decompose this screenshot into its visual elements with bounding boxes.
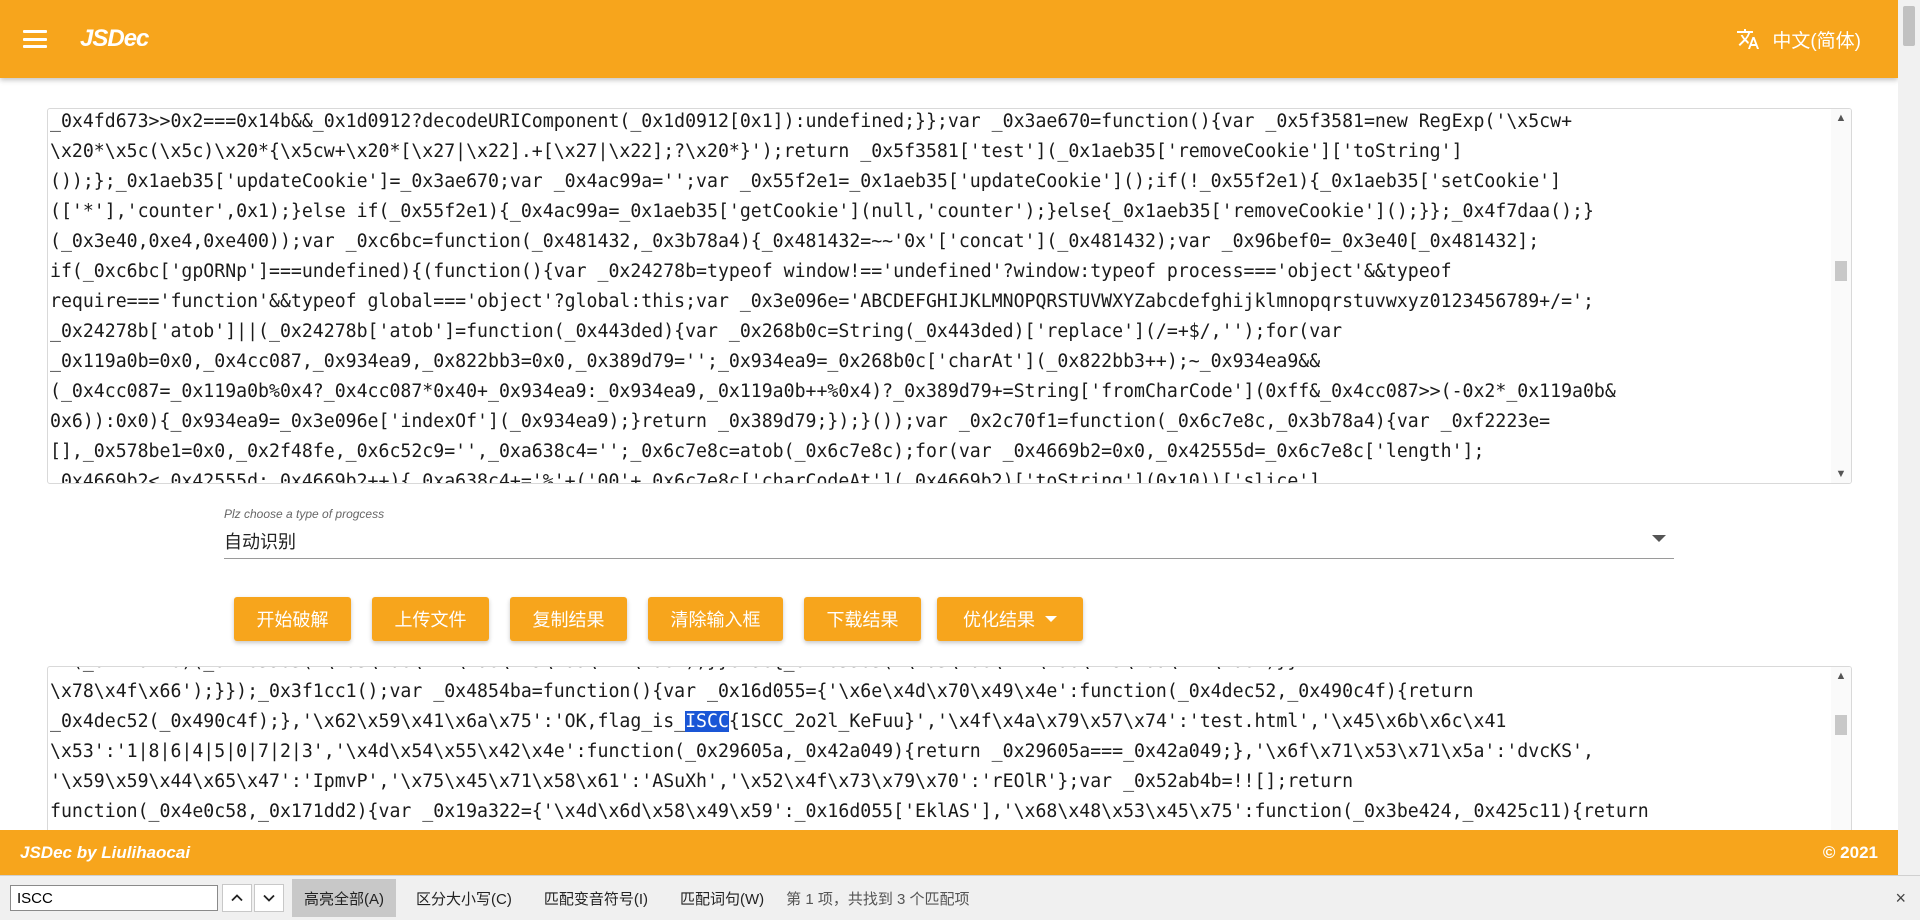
app-title: JSDec <box>80 25 149 52</box>
output-line: \x53':'1|8|6|4|5|0|7|2|3','\x4d\x54\x55\… <box>50 741 1594 762</box>
find-status: 第 1 项，共找到 3 个匹配项 <box>786 890 970 908</box>
input-line: \x20*\x5c(\x5c)\x20*{\x5cw+\x20*[\x27|\x… <box>50 141 1463 162</box>
output-line: !!(_0x1f0f20)(_0x4e3903('\x63\x6e\x74\x6… <box>49 667 1829 677</box>
input-line: 0x6)):0x0){_0x934ea9=_0x3e096e['indexOf'… <box>50 411 1551 432</box>
chevron-down-icon[interactable] <box>1652 535 1666 542</box>
language-selector[interactable]: 中文(简体) <box>1736 26 1861 53</box>
whole-words-toggle[interactable]: 匹配词句(W) <box>668 879 776 917</box>
input-line: (_0x4cc087=_0x119a0b%0x4?_0x4cc087*0x40+… <box>50 381 1616 402</box>
clear-input-button[interactable]: 清除输入框 <box>648 597 783 641</box>
optimize-result-label: 优化结果 <box>963 610 1035 630</box>
input-line: _0x24278b['atob']||(_0x24278b['atob']=fu… <box>50 321 1343 342</box>
download-result-button[interactable]: 下载结果 <box>804 597 921 641</box>
chevron-up-icon <box>231 894 243 902</box>
app-header: JSDec 中文(简体) <box>0 0 1898 78</box>
process-select-label: Plz choose a type of progcess <box>224 507 385 521</box>
output-line: \x78\x4f\x66');}});_0x3f1cc1();var _0x48… <box>50 681 1474 702</box>
input-line: (_0x3e40,0xe4,0xe400));var _0xc6bc=funct… <box>50 231 1540 252</box>
copy-result-button[interactable]: 复制结果 <box>510 597 627 641</box>
match-diacritics-toggle[interactable]: 匹配变音符号(I) <box>532 879 660 917</box>
find-bar: 高亮全部(A) 区分大小写(C) 匹配变音符号(I) 匹配词句(W) 第 1 项… <box>0 875 1920 920</box>
footer-credit: JSDec by Liulihaocai <box>20 842 191 862</box>
input-line: ());};_0x1aeb35['updateCookie']=_0x3ae67… <box>50 171 1562 192</box>
start-decode-button[interactable]: 开始破解 <box>234 597 351 641</box>
close-icon[interactable]: × <box>1895 888 1906 909</box>
input-line: _0x4fd673>>0x2===0x14b&&_0x1d0912?decode… <box>50 111 1573 132</box>
find-next-button[interactable] <box>254 884 284 912</box>
input-line: [],_0x578be1=0x0,_0x2f48fe,_0x6c52c9='',… <box>50 441 1485 462</box>
input-scrollbar[interactable]: ▲ ▼ <box>1831 109 1851 483</box>
search-match-highlight: ISCC <box>685 711 729 732</box>
output-scrollbar[interactable]: ▲ <box>1831 667 1851 830</box>
input-line: _0x119a0b=0x0,_0x4cc087,_0x934ea9,_0x822… <box>50 351 1321 372</box>
process-select[interactable]: 自动识别 <box>224 528 296 554</box>
highlight-all-toggle[interactable]: 高亮全部(A) <box>292 879 396 917</box>
translate-icon <box>1737 29 1760 49</box>
menu-icon[interactable] <box>23 30 47 48</box>
output-code-editor[interactable]: !!(_0x1f0f20)(_0x4e3903('\x63\x6e\x74\x6… <box>47 666 1852 830</box>
caret-down-icon <box>1045 616 1057 622</box>
find-previous-button[interactable] <box>222 884 252 912</box>
page-scrollbar[interactable] <box>1898 0 1920 875</box>
footer-copyright: © 2021 <box>1822 842 1878 862</box>
process-select-underline <box>224 558 1674 559</box>
input-line: _0x4669b2<_0x42555d;_0x4669b2++){_0xa638… <box>50 471 1321 484</box>
optimize-result-button[interactable]: 优化结果 <box>937 597 1083 641</box>
match-case-toggle[interactable]: 区分大小写(C) <box>404 879 524 917</box>
language-label: 中文(简体) <box>1772 30 1861 52</box>
app-footer: JSDec by Liulihaocai © 2021 <box>0 830 1898 875</box>
chevron-down-icon <box>263 894 275 902</box>
input-line: (['*'],'counter',0x1);}else if(_0x55f2e1… <box>50 201 1594 222</box>
output-line: function(_0x4e0c58,_0x171dd2){var _0x19a… <box>50 801 1649 822</box>
input-code-editor[interactable]: _0x4fd673>>0x2===0x14b&&_0x1d0912?decode… <box>47 108 1852 484</box>
input-line: if(_0xc6bc['gpORNp']===undefined){(funct… <box>50 261 1452 282</box>
upload-file-button[interactable]: 上传文件 <box>372 597 489 641</box>
input-line: require==='function'&&typeof global==='o… <box>50 291 1594 312</box>
output-line: _0x4dec52(_0x490c4f);},'\x62\x59\x41\x6a… <box>50 711 1507 732</box>
find-input[interactable] <box>10 885 218 911</box>
output-line: '\x59\x59\x44\x65\x47':'IpmvP','\x75\x45… <box>50 771 1354 792</box>
